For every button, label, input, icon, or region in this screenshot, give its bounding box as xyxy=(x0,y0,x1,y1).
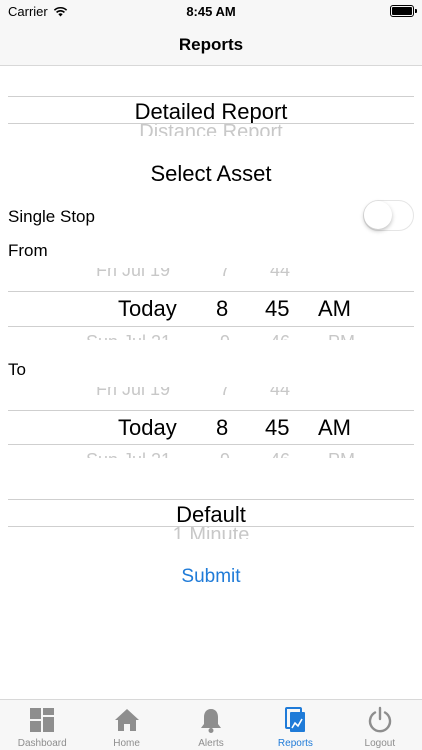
to-label: To xyxy=(8,360,26,379)
reports-icon xyxy=(285,707,306,732)
submit-button[interactable]: Submit xyxy=(0,566,422,588)
home-icon xyxy=(114,709,139,731)
to-row-below: Sun Jul 21 9 46 PM xyxy=(8,448,414,458)
to-row-selected: Today 8 45 AM xyxy=(8,415,414,441)
toggle-knob xyxy=(364,201,392,229)
to-datetime-picker[interactable]: Fri Jul 19 7 44 Today 8 45 AM Sun Jul 21… xyxy=(8,387,414,461)
from-row-below: Sun Jul 21 9 46 PM xyxy=(8,330,414,340)
from-row-above: Fri Jul 19 7 44 xyxy=(96,268,291,280)
to-minute: 45 xyxy=(265,415,290,440)
navigation-bar: Reports xyxy=(0,22,422,66)
from-row-selected: Today 8 45 AM xyxy=(8,296,414,322)
tab-label: Home xyxy=(113,738,140,749)
battery-icon xyxy=(390,5,417,17)
tab-reports[interactable]: Reports xyxy=(253,700,337,750)
tab-alerts[interactable]: Alerts xyxy=(169,700,253,750)
to-ampm: AM xyxy=(318,415,351,440)
select-asset-heading[interactable]: Select Asset xyxy=(0,161,422,187)
from-label: From xyxy=(8,241,48,260)
report-type-selected: Detailed Report xyxy=(134,99,288,124)
to-hour: 8 xyxy=(216,415,229,440)
status-bar: Carrier 8:45 AM xyxy=(0,0,422,22)
interval-next: 1 Minute xyxy=(172,527,250,539)
page-title: Reports xyxy=(178,35,244,54)
to-row-above: Fri Jul 19 7 44 xyxy=(96,387,291,399)
power-icon xyxy=(368,706,392,733)
dashboard-icon xyxy=(30,708,55,732)
tab-home[interactable]: Home xyxy=(84,700,168,750)
tab-logout[interactable]: Logout xyxy=(338,700,422,750)
from-datetime-picker[interactable]: Fri Jul 19 7 44 Today 8 45 AM Sun Jul 21… xyxy=(8,268,414,342)
report-type-picker[interactable]: Detailed Report Distance Report xyxy=(8,96,414,136)
tab-dashboard[interactable]: Dashboard xyxy=(0,700,84,750)
status-time: 8:45 AM xyxy=(186,4,236,19)
bell-icon xyxy=(201,709,222,733)
single-stop-toggle[interactable] xyxy=(363,200,414,231)
interval-selected: Default xyxy=(176,502,246,527)
report-type-next: Distance Report xyxy=(139,124,283,136)
tab-bar: Dashboard Home Alerts Reports Logout xyxy=(0,699,422,750)
from-minute: 45 xyxy=(265,296,290,321)
tab-label: Dashboard xyxy=(17,738,67,749)
single-stop-label: Single Stop xyxy=(8,207,95,226)
tab-label: Logout xyxy=(364,738,396,749)
interval-picker[interactable]: Default 1 Minute xyxy=(8,499,414,541)
from-hour: 8 xyxy=(216,296,229,321)
tab-label: Alerts xyxy=(198,738,224,749)
from-day: Today xyxy=(118,296,177,321)
from-ampm: AM xyxy=(318,296,351,321)
tab-label: Reports xyxy=(277,738,313,749)
to-day: Today xyxy=(118,415,177,440)
